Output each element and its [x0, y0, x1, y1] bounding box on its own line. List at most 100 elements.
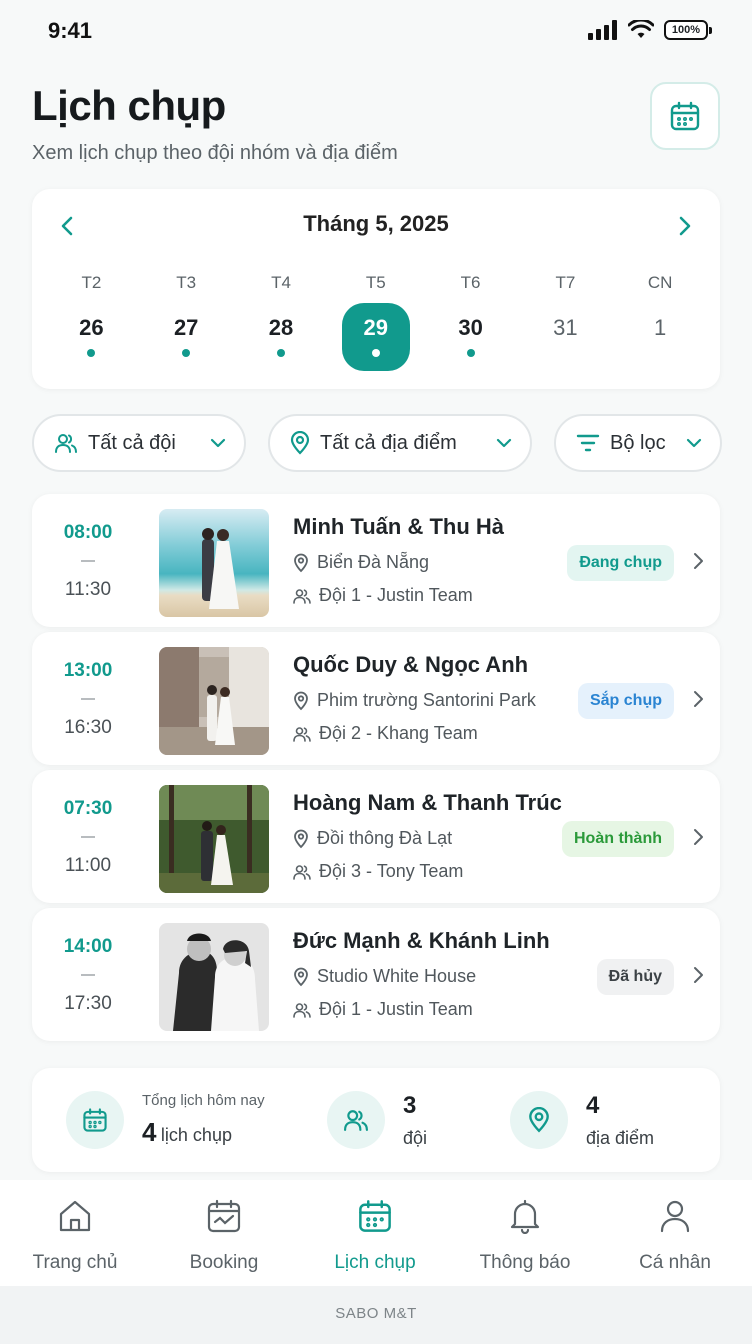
- bell-icon: [510, 1199, 540, 1234]
- booking-card[interactable]: 14:00 17:30 Đức Mạnh & Khánh Linh Studio…: [32, 908, 720, 1041]
- filter-icon: [576, 434, 600, 452]
- time-range: 07:30 11:00: [32, 770, 144, 903]
- footer-brand: SABO M&T: [0, 1286, 752, 1344]
- weekday-label: T2: [81, 273, 102, 292]
- page-title: Lịch chụp: [32, 82, 226, 129]
- couple-photo: [159, 509, 269, 617]
- month-label: Tháng 5, 2025: [303, 211, 449, 236]
- team-text: Đội 1 - Justin Team: [319, 999, 473, 1019]
- booking-card[interactable]: 07:30 11:00 Hoàng Nam & Thanh Trúc Đồi t…: [32, 770, 720, 903]
- map-pin-icon: [294, 829, 308, 848]
- summary-locations-count: 4: [586, 1091, 600, 1119]
- summary-bookings: Tổng lịch hôm nay 4 lịch chụp: [66, 1068, 265, 1172]
- couple-name: Minh Tuấn & Thu Hà: [293, 514, 505, 539]
- weekday-label: T5: [365, 273, 386, 292]
- event-dot: [371, 349, 380, 357]
- team-line: Đội 1 - Justin Team: [293, 585, 504, 606]
- tab-booking[interactable]: Booking: [149, 1180, 299, 1286]
- event-dot: [466, 349, 475, 357]
- couple-photo: [159, 785, 269, 893]
- location-filter-dropdown[interactable]: Tất cả địa điểm: [268, 414, 532, 472]
- day-cell[interactable]: T4 28: [234, 273, 329, 363]
- map-pin-icon: [294, 553, 308, 572]
- time-separator: [81, 560, 95, 562]
- calendar-icon: [670, 101, 700, 131]
- booking-card[interactable]: 08:00 11:30 Minh Tuấn & Thu Hà Biển Đà N…: [32, 494, 720, 627]
- location-line: Studio White House: [293, 966, 550, 987]
- summary-locations: 4 địa điểm: [510, 1068, 654, 1172]
- tab-label: Trang chủ: [32, 1252, 118, 1273]
- chevron-down-icon: [496, 438, 512, 448]
- filter-bar: Tất cả đội Tất cả địa điểm Bộ lọc: [32, 414, 722, 472]
- more-filters-dropdown[interactable]: Bộ lọc: [554, 414, 722, 472]
- summary-teams-unit: đội: [403, 1127, 428, 1148]
- status-bar: 9:41 100%: [0, 0, 752, 62]
- team-filter-dropdown[interactable]: Tất cả đội: [32, 414, 246, 472]
- team-line: Đội 1 - Justin Team: [293, 999, 550, 1020]
- home-icon: [59, 1200, 91, 1232]
- booking-info: Đức Mạnh & Khánh Linh Studio White House…: [293, 928, 550, 1020]
- status-time: 9:41: [48, 18, 93, 43]
- event-dot: [182, 349, 191, 357]
- start-time: 14:00: [63, 936, 113, 957]
- location-line: Đồi thông Đà Lạt: [293, 828, 562, 849]
- end-time: 11:00: [64, 855, 112, 876]
- day-cell[interactable]: T7 31: [518, 273, 613, 363]
- chevron-right-icon: [694, 829, 703, 845]
- calendar-view-button[interactable]: [650, 82, 720, 150]
- week-days: T2 26 T3 27 T4 28 T5 29 T6 30 T7 31 CN 1: [44, 273, 708, 371]
- day-cell[interactable]: T2 26: [44, 273, 139, 363]
- chevron-right-icon: [679, 216, 691, 236]
- tab-profile[interactable]: Cá nhân: [600, 1180, 750, 1286]
- couple-photo: [159, 923, 269, 1031]
- weekday-label: T3: [176, 273, 197, 292]
- tab-home[interactable]: Trang chủ: [0, 1180, 150, 1286]
- tab-schedule[interactable]: Lịch chụp: [300, 1180, 450, 1286]
- day-cell-selected[interactable]: T5 29: [328, 273, 423, 371]
- start-time: 08:00: [63, 522, 113, 543]
- date-number: 30: [458, 315, 483, 340]
- day-cell[interactable]: T3 27: [139, 273, 234, 363]
- couple-photo: [159, 647, 269, 755]
- day-cell[interactable]: CN 1: [613, 273, 708, 363]
- chevron-down-icon: [686, 438, 702, 448]
- summary-today-unit: lịch chụp: [160, 1125, 232, 1145]
- wifi-icon: [628, 20, 654, 38]
- location-text: Studio White House: [317, 966, 477, 986]
- booking-card[interactable]: 13:00 16:30 Quốc Duy & Ngọc Anh Phim trư…: [32, 632, 720, 765]
- tab-notifications[interactable]: Thông báo: [450, 1180, 600, 1286]
- time-separator: [81, 836, 95, 838]
- more-filters-label: Bộ lọc: [610, 431, 666, 454]
- summary-today-count: 4: [142, 1117, 157, 1147]
- chevron-right-icon: [694, 553, 703, 569]
- tab-label: Cá nhân: [639, 1252, 711, 1273]
- time-range: 13:00 16:30: [32, 632, 144, 765]
- chevron-down-icon: [210, 438, 226, 448]
- summary-locations-badge: [510, 1091, 568, 1149]
- next-week-button[interactable]: [670, 211, 700, 241]
- couple-name: Quốc Duy & Ngọc Anh: [293, 652, 529, 677]
- end-time: 11:30: [64, 579, 112, 600]
- location-line: Biển Đà Nẵng: [293, 552, 504, 573]
- team-filter-label: Tất cả đội: [88, 431, 176, 454]
- status-icons: 100%: [588, 20, 712, 40]
- couple-name: Hoàng Nam & Thanh Trúc: [293, 790, 562, 815]
- location-text: Đồi thông Đà Lạt: [317, 828, 453, 848]
- date-number: 27: [173, 315, 199, 340]
- booking-list: 08:00 11:30 Minh Tuấn & Thu Hà Biển Đà N…: [32, 494, 720, 1046]
- signal-icon: [588, 20, 617, 40]
- event-dot: [87, 349, 96, 357]
- battery-icon: 100%: [664, 20, 712, 40]
- day-cell[interactable]: T6 30: [423, 273, 518, 363]
- time-separator: [81, 698, 95, 700]
- date-number: 1: [654, 315, 667, 340]
- map-pin-icon: [294, 967, 308, 986]
- page-header: Lịch chụp Xem lịch chụp theo đội nhóm và…: [32, 82, 722, 165]
- booking-info: Hoàng Nam & Thanh Trúc Đồi thông Đà Lạt …: [293, 790, 562, 882]
- status-badge: Đã hủy: [596, 959, 674, 995]
- users-icon: [293, 726, 311, 742]
- bottom-tab-bar: Trang chủ Booking Lịch chụp Thông báo Cá…: [0, 1180, 752, 1286]
- calendar-icon: [83, 1108, 107, 1132]
- summary-today-label: Tổng lịch hôm nay: [142, 1092, 265, 1109]
- summary-calendar-badge: [66, 1091, 124, 1149]
